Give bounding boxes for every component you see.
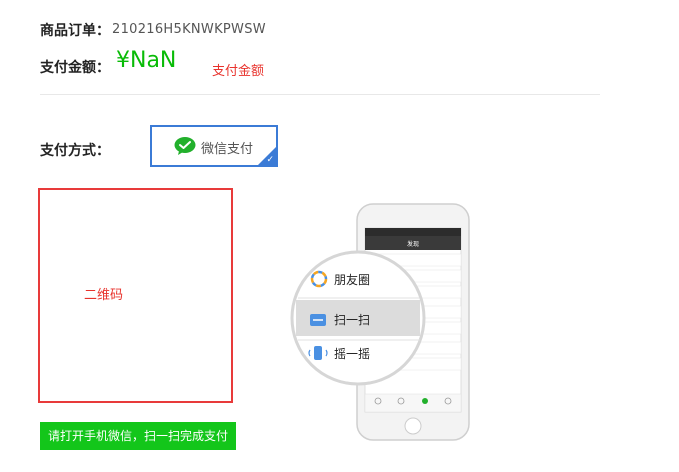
menu-item-moments: 朋友圈 <box>334 273 370 287</box>
phone-header-title: 发现 <box>407 240 419 248</box>
order-number: 210216H5KNWKPWSW <box>112 22 266 37</box>
amount-note: 支付金额 <box>212 64 265 79</box>
wechat-pay-option[interactable]: 微信支付 ✓ <box>150 125 278 167</box>
qr-code-area <box>38 188 233 403</box>
scan-hint-banner: 请打开手机微信，扫一扫完成支付 <box>40 422 236 450</box>
menu-item-shake: 摇一摇 <box>334 347 370 361</box>
wechat-pay-label: 微信支付 <box>201 142 254 157</box>
check-icon: ✓ <box>266 155 274 165</box>
order-label: 商品订单： <box>40 23 110 39</box>
wechat-icon <box>174 137 196 155</box>
amount-value: ¥NaN <box>116 48 177 73</box>
phone-scan-illustration: 发现 朋友圈 扫一扫 摇一摇 <box>290 203 470 441</box>
qr-code-placeholder: 二维码 <box>84 288 124 303</box>
scan-icon <box>310 314 326 326</box>
divider <box>40 94 600 95</box>
payment-method-label: 支付方式： <box>40 143 110 159</box>
menu-item-scan: 扫一扫 <box>334 313 370 327</box>
amount-label: 支付金额： <box>40 60 110 76</box>
